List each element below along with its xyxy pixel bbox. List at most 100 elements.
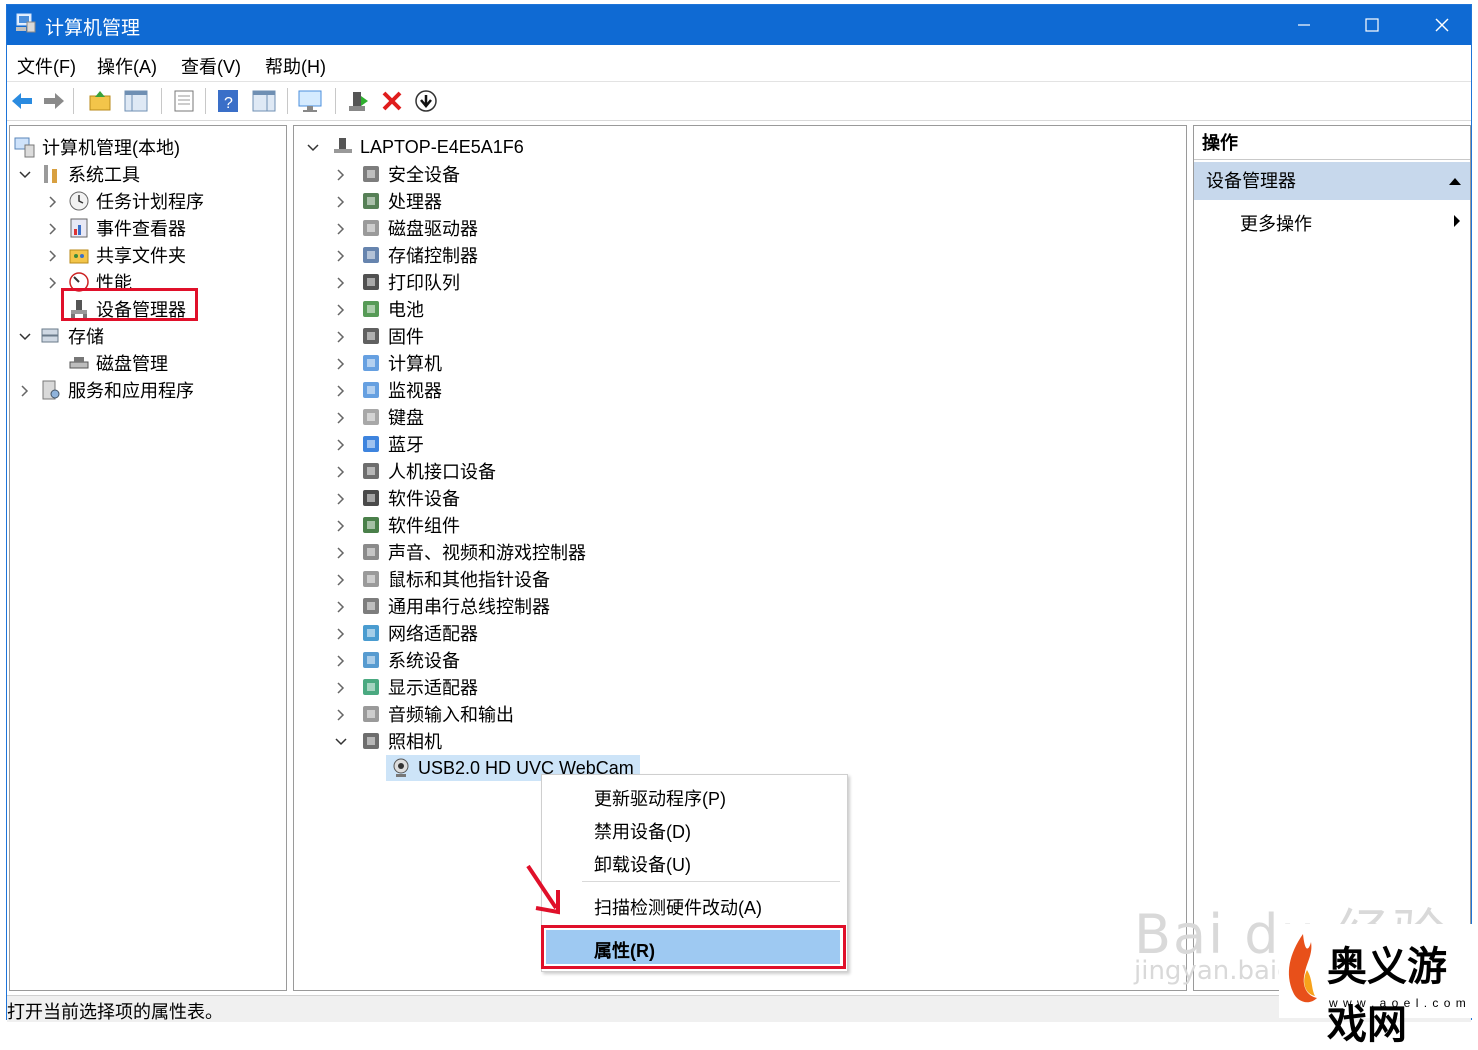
close-button[interactable] [1407,5,1477,45]
device-category-row[interactable]: 通用串行总线控制器 [360,593,550,619]
chevron-right-icon[interactable] [334,330,348,344]
chevron-right-icon[interactable] [334,384,348,398]
device-category-row[interactable]: 软件设备 [360,485,460,511]
tree-item-label: 任务计划程序 [96,192,204,212]
device-category-row[interactable]: 网络适配器 [360,620,478,646]
minimize-button[interactable] [1269,5,1339,45]
chevron-right-icon[interactable] [334,303,348,317]
device-category-label: 磁盘驱动器 [388,219,478,239]
chevron-right-icon[interactable] [334,600,348,614]
tree-item-event-viewer[interactable]: 事件查看器 [68,215,186,241]
up-folder-icon[interactable] [87,88,113,114]
device-category-row[interactable]: 固件 [360,323,424,349]
menu-action[interactable]: 操作(A) [97,53,157,79]
actions-section-label: 设备管理器 [1206,171,1296,191]
device-category-row[interactable]: 电池 [360,296,424,322]
chevron-right-icon[interactable] [334,249,348,263]
device-category-row[interactable]: 声音、视频和游戏控制器 [360,539,586,565]
chevron-right-icon[interactable] [334,357,348,371]
brand-url: w w w . a o e l . c o m [1329,996,1467,1010]
chevron-right-icon[interactable] [46,222,60,236]
device-category-row[interactable]: 鼠标和其他指针设备 [360,566,550,592]
tree-item-computer-management[interactable]: 计算机管理(本地) [14,134,180,160]
chevron-down-icon[interactable] [18,330,32,344]
device-category-row[interactable]: 键盘 [360,404,424,430]
chevron-right-icon[interactable] [334,276,348,290]
chevron-right-icon[interactable] [334,627,348,641]
tree-item-storage[interactable]: 存储 [40,323,104,349]
device-category-icon [363,409,379,425]
event-viewer-icon [70,218,88,238]
forward-arrow-icon[interactable] [41,88,67,114]
chevron-right-icon[interactable] [334,654,348,668]
device-category-icon [363,274,379,290]
device-category-row[interactable]: 人机接口设备 [360,458,496,484]
chevron-right-icon[interactable] [334,492,348,506]
maximize-button[interactable] [1337,5,1407,45]
chevron-right-icon[interactable] [334,465,348,479]
chevron-right-icon[interactable] [334,438,348,452]
chevron-down-icon[interactable] [306,141,320,155]
back-arrow-icon[interactable] [9,88,35,114]
device-category-row[interactable]: 照相机 [360,728,442,754]
device-category-row[interactable]: 计算机 [360,350,442,376]
uninstall-icon[interactable] [379,88,405,114]
context-menu-update-driver[interactable]: 更新驱动程序(P) [594,785,726,811]
download-arrow-icon[interactable] [413,88,439,114]
show-tree-icon[interactable] [123,88,149,114]
chevron-right-icon[interactable] [334,708,348,722]
chevron-right-icon[interactable] [334,222,348,236]
tree-item-services-applications[interactable]: 服务和应用程序 [40,377,194,403]
menu-file[interactable]: 文件(F) [17,53,76,79]
context-menu-uninstall-device[interactable]: 卸载设备(U) [594,851,691,877]
properties-sheet-icon[interactable] [171,88,197,114]
monitor-icon[interactable] [297,88,323,114]
chevron-right-icon[interactable] [334,411,348,425]
device-category-row[interactable]: 系统设备 [360,647,460,673]
device-category-icon [363,625,379,641]
chevron-right-icon[interactable] [18,384,32,398]
help-icon[interactable]: ? [215,88,241,114]
chevron-right-icon[interactable] [334,573,348,587]
device-category-icon [363,490,379,506]
context-menu-disable-device[interactable]: 禁用设备(D) [594,818,691,844]
actions-pane: 操作 设备管理器 更多操作 [1193,125,1471,991]
chevron-right-icon[interactable] [334,681,348,695]
toolbar: ? [7,82,1471,121]
context-menu-scan-hardware[interactable]: 扫描检测硬件改动(A) [594,894,762,920]
device-category-row[interactable]: 监视器 [360,377,442,403]
device-category-icon [363,166,379,182]
chevron-right-icon[interactable] [46,195,60,209]
collapse-up-icon[interactable] [1448,176,1462,186]
update-driver-icon[interactable] [345,88,371,114]
chevron-right-icon[interactable] [334,546,348,560]
menu-bar: 文件(F) 操作(A) 查看(V) 帮助(H) [7,45,1471,82]
more-actions-item[interactable]: 更多操作 [1240,210,1312,236]
menu-view[interactable]: 查看(V) [181,53,241,79]
device-tree-root[interactable]: LAPTOP-E4E5A1F6 [332,134,524,160]
show-action-pane-icon[interactable] [251,88,277,114]
chevron-down-icon[interactable] [18,168,32,182]
chevron-right-icon[interactable] [46,276,60,290]
chevron-right-icon[interactable] [46,249,60,263]
chevron-right-icon[interactable] [334,168,348,182]
chevron-right-icon[interactable] [334,195,348,209]
device-category-row[interactable]: 蓝牙 [360,431,424,457]
tree-item-task-scheduler[interactable]: 任务计划程序 [68,188,204,214]
actions-section-device-manager[interactable]: 设备管理器 [1194,162,1470,200]
device-category-row[interactable]: 存储控制器 [360,242,478,268]
tree-item-system-tools[interactable]: 系统工具 [40,161,140,187]
device-category-row[interactable]: 音频输入和输出 [360,701,514,727]
device-category-row[interactable]: 打印队列 [360,269,460,295]
device-category-row[interactable]: 软件组件 [360,512,460,538]
tree-item-shared-folders[interactable]: 共享文件夹 [68,242,186,268]
device-category-row[interactable]: 安全设备 [360,161,460,187]
chevron-down-icon[interactable] [334,735,348,749]
device-category-row[interactable]: 处理器 [360,188,442,214]
menu-help[interactable]: 帮助(H) [265,53,326,79]
tree-item-disk-management[interactable]: 磁盘管理 [68,350,168,376]
device-category-row[interactable]: 磁盘驱动器 [360,215,478,241]
device-category-row[interactable]: 显示适配器 [360,674,478,700]
chevron-right-icon[interactable] [334,519,348,533]
services-icon [42,380,60,400]
